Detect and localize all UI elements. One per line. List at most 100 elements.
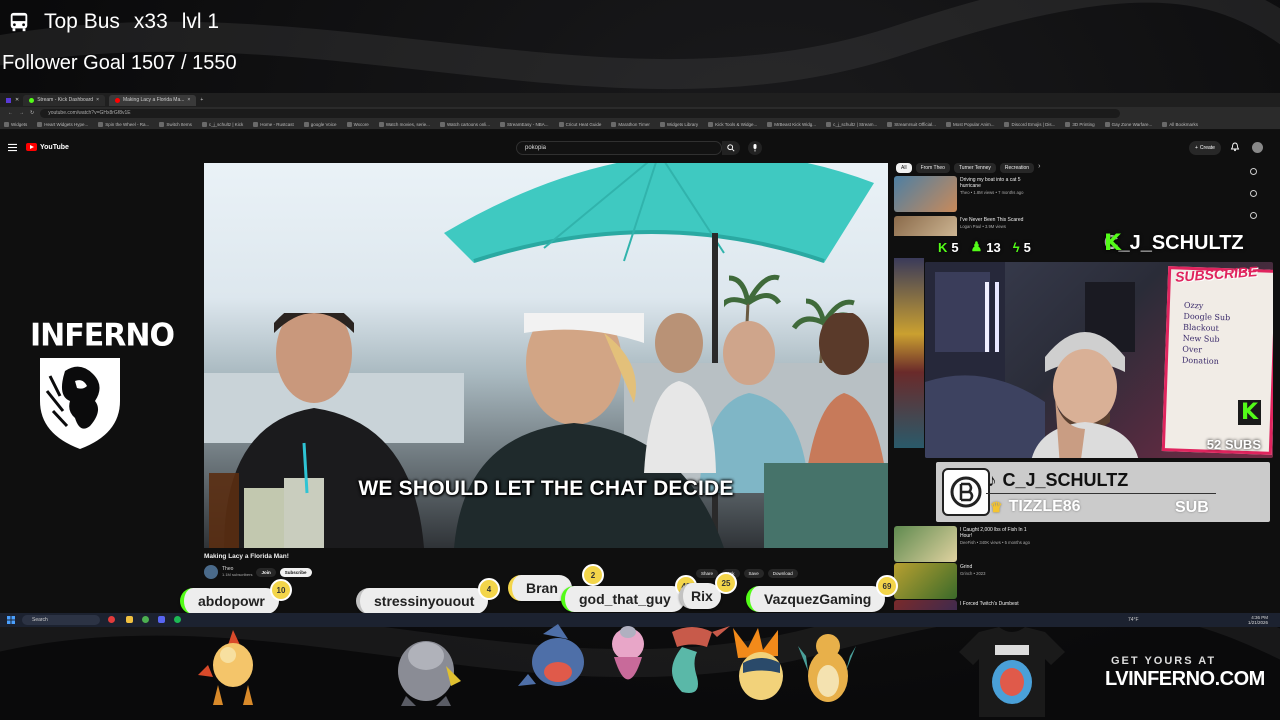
bookmark-item[interactable]: Heart Widgets Hype... [37, 121, 88, 127]
bookmark-item[interactable]: google Voice [303, 121, 337, 127]
bookmark-item[interactable]: Cricut Heat Guide [558, 121, 602, 127]
reload-icon[interactable]: ↻ [30, 110, 34, 116]
mic-button[interactable] [748, 141, 762, 155]
bookmark-item[interactable]: All Bookmarks [1162, 121, 1198, 127]
chip-from-theo[interactable]: From Theo [915, 163, 950, 173]
recommendation-thumbnail[interactable] [894, 563, 957, 599]
youtube-logo[interactable]: YouTube [26, 143, 69, 151]
folder-icon[interactable] [126, 616, 133, 623]
tab-close-icon[interactable]: × [187, 97, 190, 103]
bookmark-item[interactable]: Discord Emojis | Dis... [1004, 121, 1055, 127]
pokemon-sprite-shark [518, 624, 584, 686]
tab-label: Making Lacy a Florida Ma... [122, 97, 185, 103]
bookmark-item[interactable]: Spin the Wheel - Ra... [98, 121, 149, 127]
bookmark-item[interactable]: Gay Zone Warfare... [1104, 121, 1152, 127]
windows-start-icon[interactable] [7, 616, 15, 624]
recommendation-title[interactable]: I Forced Twitch's Dumbest [960, 601, 1038, 607]
tab-close-icon[interactable]: × [96, 97, 99, 103]
recommendation-item[interactable]: Grind Grinch • 2023 [894, 563, 1044, 599]
bookmark-item[interactable]: Watch cartoons onli... [439, 121, 490, 127]
people-scene [204, 313, 888, 548]
recommendation-title[interactable]: Grind [960, 564, 1038, 570]
account-avatar[interactable] [1252, 142, 1263, 153]
bookmark-label: Widgets Library [666, 121, 699, 127]
save-button[interactable]: Save [743, 569, 764, 578]
recommendation-title[interactable]: I Caught 2,000 lbs of Fish In 1 Hour! [960, 527, 1038, 539]
bookmark-item[interactable]: c_j_schultz | Kick [201, 121, 243, 127]
recommendation-thumbnail-strip[interactable] [894, 258, 924, 448]
bookmark-item[interactable]: Kick Tools & Widge... [708, 121, 757, 127]
bookmark-item[interactable]: StreamEasy - NBA... [500, 121, 549, 127]
recommendation-item[interactable]: I Forced Twitch's Dumbest [894, 600, 1044, 610]
merch-site[interactable]: LVINFERNO.COM [1105, 668, 1265, 691]
umbrella-scene [444, 163, 874, 263]
info-icon[interactable] [1250, 190, 1257, 197]
chip-all[interactable]: All [896, 163, 912, 173]
pokemon-sprite-dragonite [798, 634, 856, 702]
merch-banner[interactable]: GET YOURS AT LVINFERNO.COM [955, 625, 1280, 720]
recommendation-title[interactable]: I've Never Been This Scared [960, 217, 1038, 223]
download-button[interactable]: Download [767, 569, 798, 578]
whiteboard: Ozzy Doogle Sub Blackout New Sub Over Do… [1161, 266, 1273, 455]
bookmark-item[interactable]: Most Popular Anim... [945, 121, 994, 127]
back-icon[interactable]: ← [8, 110, 13, 116]
forward-icon[interactable]: → [19, 110, 24, 116]
url-input[interactable]: youtube.com/watch?v=GHx8rGf8v1E [40, 108, 1121, 118]
taskbar-search-input[interactable]: Search [22, 615, 100, 625]
menu-icon[interactable] [8, 143, 17, 152]
spotify-icon[interactable] [174, 616, 181, 623]
recommendation-item[interactable]: I Caught 2,000 lbs of Fish In 1 Hour! De… [894, 526, 1044, 562]
kick-subs-stat: K 5 [938, 240, 959, 255]
bookmark-item[interactable]: Streamrsuit Official... [887, 121, 936, 127]
bookmark-item[interactable]: Switch Items [159, 121, 192, 127]
recommendation-thumbnail[interactable] [894, 526, 957, 562]
chat-bubble: abdopowr [180, 588, 279, 614]
extra-stat: ϟ 5 [1013, 240, 1031, 255]
browser-profile-icon[interactable] [6, 97, 11, 103]
recommendation-thumbnail[interactable] [894, 176, 957, 212]
bookmark-item[interactable]: Widgets [4, 121, 27, 127]
recommendation-item[interactable]: Driving my boat into a cat 5 hurricane T… [894, 176, 1044, 212]
app-icon[interactable] [108, 616, 115, 623]
top-bus-multiplier: x33 [133, 10, 168, 33]
bookmark-item[interactable]: 3D Printing [1065, 121, 1095, 127]
bookmark-item[interactable]: Marathon Timer [611, 121, 650, 127]
bookmark-label: Cricut Heat Guide [565, 121, 602, 127]
bookmark-item[interactable]: MrBeast Kick Widg... [767, 121, 816, 127]
recommendation-title[interactable]: Driving my boat into a cat 5 hurricane [960, 177, 1038, 189]
bookmark-item[interactable]: c_j_schultz | Stream... [826, 121, 877, 127]
search-input[interactable]: pokopia [516, 141, 722, 155]
chat-icon[interactable] [1250, 212, 1257, 219]
close-icon[interactable]: ✕ [15, 97, 19, 103]
tab-kick-dashboard[interactable]: Stream - Kick Dashboard × [23, 94, 105, 106]
sparkle-icon[interactable] [1250, 168, 1257, 175]
join-button[interactable]: Join [256, 567, 276, 577]
bookmark-favicon-icon [4, 121, 9, 127]
search-button[interactable] [722, 141, 740, 155]
bookmark-item[interactable]: Watch movies, serie... [378, 121, 430, 127]
discord-icon[interactable] [158, 616, 165, 623]
recommendation-thumbnail[interactable] [894, 216, 957, 236]
followers-stat: ♟ 13 [971, 239, 1001, 255]
video-player[interactable]: WE SHOULD LET THE CHAT DECIDE [204, 163, 888, 548]
bookmark-favicon-icon [558, 121, 564, 127]
share-button[interactable]: Share [696, 569, 719, 578]
tab-youtube-video[interactable]: Making Lacy a Florida Ma... × [108, 94, 197, 106]
webcam-feed: Ozzy Doogle Sub Blackout New Sub Over Do… [925, 262, 1273, 458]
chrome-icon[interactable] [142, 616, 149, 623]
bookmark-item[interactable]: Widgets Library [659, 121, 699, 127]
channel-avatar[interactable] [204, 565, 218, 579]
notifications-icon[interactable] [1230, 142, 1240, 152]
bookmark-favicon-icon [887, 121, 893, 127]
chip-recreation[interactable]: Recreation [999, 163, 1035, 173]
bookmark-item[interactable]: Wxcore [346, 121, 369, 127]
new-tab-icon[interactable]: + [200, 97, 203, 103]
bookmark-item[interactable]: Home - Rustcast [253, 121, 294, 127]
video-actions: Share Ask Save Download [696, 569, 798, 578]
create-button[interactable]: + Create [1189, 141, 1221, 155]
chip-turner-tenney[interactable]: Turner Tenney [953, 163, 996, 173]
recommendation-thumbnail[interactable] [894, 600, 957, 610]
chevron-right-icon[interactable]: › [1038, 163, 1040, 173]
recommendation-item[interactable]: I've Never Been This Scared Logan Paul •… [894, 216, 1044, 236]
subscribe-button[interactable]: Subscribe [279, 567, 312, 577]
